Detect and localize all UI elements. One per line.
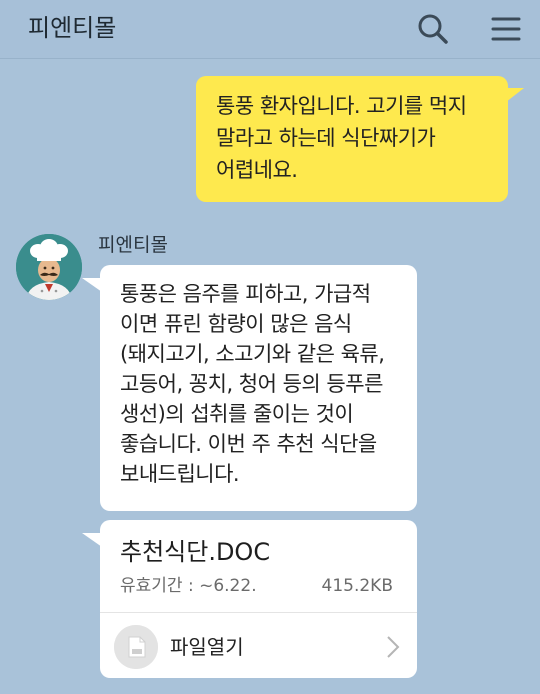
file-attachment-card[interactable]: 추천식단.DOC 유효기간 : ~6.22. 415.2KB 파일열기	[100, 520, 417, 678]
search-icon[interactable]	[416, 12, 450, 46]
message-line: 생선)의 섭취를 줄이는 것이	[120, 402, 354, 426]
app-header: 피엔티몰	[0, 0, 540, 59]
file-size: 415.2KB	[321, 576, 393, 596]
sender-name: 피엔티몰	[98, 234, 168, 256]
message-line: 이면 퓨린 함량이 많은 음식	[120, 312, 352, 336]
avatar[interactable]	[16, 234, 82, 300]
message-line: 좋습니다. 이번 주 추천 식단을	[120, 432, 377, 456]
incoming-message-text: 통풍은 음주를 피하고, 가급적 이면 퓨린 함량이 많은 음식 (돼지고기, …	[120, 279, 410, 489]
outgoing-bubble-tail	[506, 88, 524, 102]
message-line: (돼지고기, 소고기와 같은 육류,	[120, 342, 385, 366]
outgoing-message-text: 통풍 환자입니다. 고기를 먹지 말라고 하는데 식단짜기가 어렵네요.	[216, 90, 496, 186]
chevron-right-icon	[385, 635, 401, 659]
outgoing-message-bubble[interactable]: 통풍 환자입니다. 고기를 먹지 말라고 하는데 식단짜기가 어렵네요.	[196, 76, 508, 202]
message-line: 보내드립니다.	[120, 462, 240, 486]
document-icon	[114, 625, 158, 669]
open-file-label: 파일열기	[170, 635, 244, 659]
message-line: 통풍은 음주를 피하고, 가급적	[120, 282, 371, 306]
message-line: 고등어, 꽁치, 청어 등의 등푸른	[120, 372, 383, 396]
message-line: 통풍 환자입니다. 고기를 먹지	[216, 94, 467, 118]
message-line: 어렵네요.	[216, 158, 298, 182]
open-file-button[interactable]: 파일열기	[100, 613, 417, 678]
file-card-tail	[82, 533, 102, 547]
incoming-bubble-tail	[82, 278, 102, 292]
chat-title: 피엔티몰	[28, 14, 117, 42]
hamburger-menu-icon[interactable]	[490, 13, 522, 45]
incoming-message-bubble[interactable]: 통풍은 음주를 피하고, 가급적 이면 퓨린 함량이 많은 음식 (돼지고기, …	[100, 265, 417, 511]
message-line: 말라고 하는데 식단짜기가	[216, 126, 436, 150]
file-name: 추천식단.DOC	[120, 538, 271, 566]
file-expiry: 유효기간 : ~6.22.	[120, 576, 257, 596]
chef-avatar-icon	[16, 234, 82, 300]
